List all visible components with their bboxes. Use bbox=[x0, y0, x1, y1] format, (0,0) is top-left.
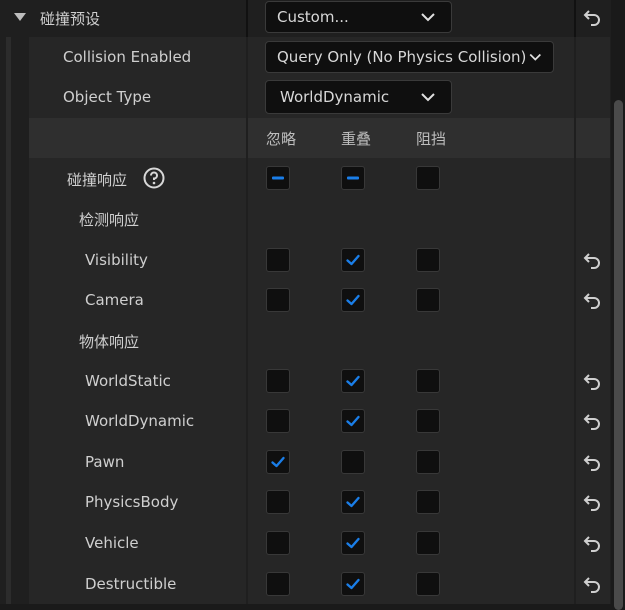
block-checkbox[interactable] bbox=[416, 490, 440, 514]
ignore-checkbox[interactable] bbox=[266, 248, 290, 272]
block-checkbox[interactable] bbox=[416, 369, 440, 393]
reset-to-default-icon[interactable] bbox=[582, 411, 602, 431]
overlap-checkbox[interactable] bbox=[341, 409, 365, 433]
collision-preset-combo[interactable]: Custom... bbox=[265, 1, 452, 33]
object-type-row: Object Type WorldDynamic bbox=[0, 77, 625, 118]
collision-responses-label: 碰撞响应 bbox=[67, 171, 128, 189]
response-row: WorldDynamic bbox=[0, 401, 625, 441]
responses-ignore-all-checkbox[interactable] bbox=[266, 166, 290, 190]
ignore-checkbox[interactable] bbox=[266, 490, 290, 514]
reset-to-default-icon[interactable] bbox=[582, 290, 602, 310]
response-channel-name: WorldStatic bbox=[85, 372, 171, 390]
block-checkbox[interactable] bbox=[416, 572, 440, 596]
scrollbar-thumb[interactable] bbox=[614, 100, 623, 610]
ignore-checkbox[interactable] bbox=[266, 369, 290, 393]
response-columns-header: 忽略 重叠 阻挡 bbox=[0, 118, 625, 158]
object-type-combo[interactable]: WorldDynamic bbox=[265, 80, 452, 114]
overlap-checkbox[interactable] bbox=[341, 248, 365, 272]
collision-responses-row: 碰撞响应 bbox=[0, 158, 625, 198]
response-row: PhysicsBody bbox=[0, 482, 625, 522]
help-circle-icon[interactable] bbox=[143, 167, 165, 189]
ignore-checkbox[interactable] bbox=[266, 572, 290, 596]
chevron-down-icon bbox=[530, 53, 542, 61]
response-row: WorldStatic bbox=[0, 360, 625, 401]
ignore-checkbox[interactable] bbox=[266, 288, 290, 312]
ignore-checkbox[interactable] bbox=[266, 409, 290, 433]
ignore-checkbox[interactable] bbox=[266, 450, 290, 474]
chevron-down-icon bbox=[421, 93, 435, 102]
response-channel-name: Pawn bbox=[85, 453, 125, 471]
collision-preset-label: 碰撞预设 bbox=[40, 10, 101, 28]
reset-to-default-icon[interactable] bbox=[582, 250, 602, 270]
response-channel-name: Camera bbox=[85, 291, 144, 309]
object-responses-section: 物体响应 bbox=[0, 320, 625, 360]
chevron-down-icon bbox=[421, 13, 435, 22]
collision-enabled-row: Collision Enabled Query Only (No Physics… bbox=[0, 37, 625, 77]
block-checkbox[interactable] bbox=[416, 248, 440, 272]
overlap-checkbox[interactable] bbox=[341, 531, 365, 555]
block-checkbox[interactable] bbox=[416, 288, 440, 312]
collision-preset-value: Custom... bbox=[277, 8, 349, 26]
collapse-arrow-icon[interactable] bbox=[12, 10, 28, 24]
overlap-checkbox[interactable] bbox=[341, 572, 365, 596]
object-type-label: Object Type bbox=[63, 88, 152, 106]
response-row: Visibility bbox=[0, 239, 625, 280]
response-row: Pawn bbox=[0, 441, 625, 482]
block-checkbox[interactable] bbox=[416, 450, 440, 474]
ignore-checkbox[interactable] bbox=[266, 531, 290, 555]
reset-to-default-icon[interactable] bbox=[582, 452, 602, 472]
object-type-value: WorldDynamic bbox=[280, 88, 390, 106]
block-checkbox[interactable] bbox=[416, 409, 440, 433]
reset-to-default-icon[interactable] bbox=[582, 492, 602, 512]
collision-enabled-value: Query Only (No Physics Collision) bbox=[277, 48, 527, 66]
block-checkbox[interactable] bbox=[416, 531, 440, 555]
reset-to-default-icon[interactable] bbox=[582, 7, 602, 27]
response-row: Destructible bbox=[0, 563, 625, 604]
response-channel-name: Visibility bbox=[85, 251, 148, 269]
responses-block-all-checkbox[interactable] bbox=[416, 166, 440, 190]
response-row: Camera bbox=[0, 280, 625, 320]
trace-responses-section: 检测响应 bbox=[0, 198, 625, 239]
scrollbar[interactable] bbox=[611, 0, 625, 610]
collision-enabled-label: Collision Enabled bbox=[63, 48, 192, 66]
collision-preset-row: 碰撞预设 Custom... bbox=[0, 0, 625, 37]
overlap-checkbox[interactable] bbox=[341, 490, 365, 514]
responses-overlap-all-checkbox[interactable] bbox=[341, 166, 365, 190]
reset-to-default-icon[interactable] bbox=[582, 371, 602, 391]
response-channel-name: WorldDynamic bbox=[85, 412, 195, 430]
column-ignore-header: 忽略 bbox=[266, 130, 297, 148]
overlap-checkbox[interactable] bbox=[341, 288, 365, 312]
response-row: Vehicle bbox=[0, 522, 625, 563]
response-channel-name: Vehicle bbox=[85, 534, 139, 552]
response-channel-name: PhysicsBody bbox=[85, 493, 179, 511]
column-overlap-header: 重叠 bbox=[341, 130, 372, 148]
trace-responses-label: 检测响应 bbox=[79, 211, 140, 229]
overlap-checkbox[interactable] bbox=[341, 450, 365, 474]
object-responses-label: 物体响应 bbox=[79, 333, 140, 351]
reset-to-default-icon[interactable] bbox=[582, 533, 602, 553]
response-channel-name: Destructible bbox=[85, 575, 177, 593]
overlap-checkbox[interactable] bbox=[341, 369, 365, 393]
reset-to-default-icon[interactable] bbox=[582, 574, 602, 594]
column-block-header: 阻挡 bbox=[416, 130, 447, 148]
collision-enabled-combo[interactable]: Query Only (No Physics Collision) bbox=[265, 41, 554, 73]
